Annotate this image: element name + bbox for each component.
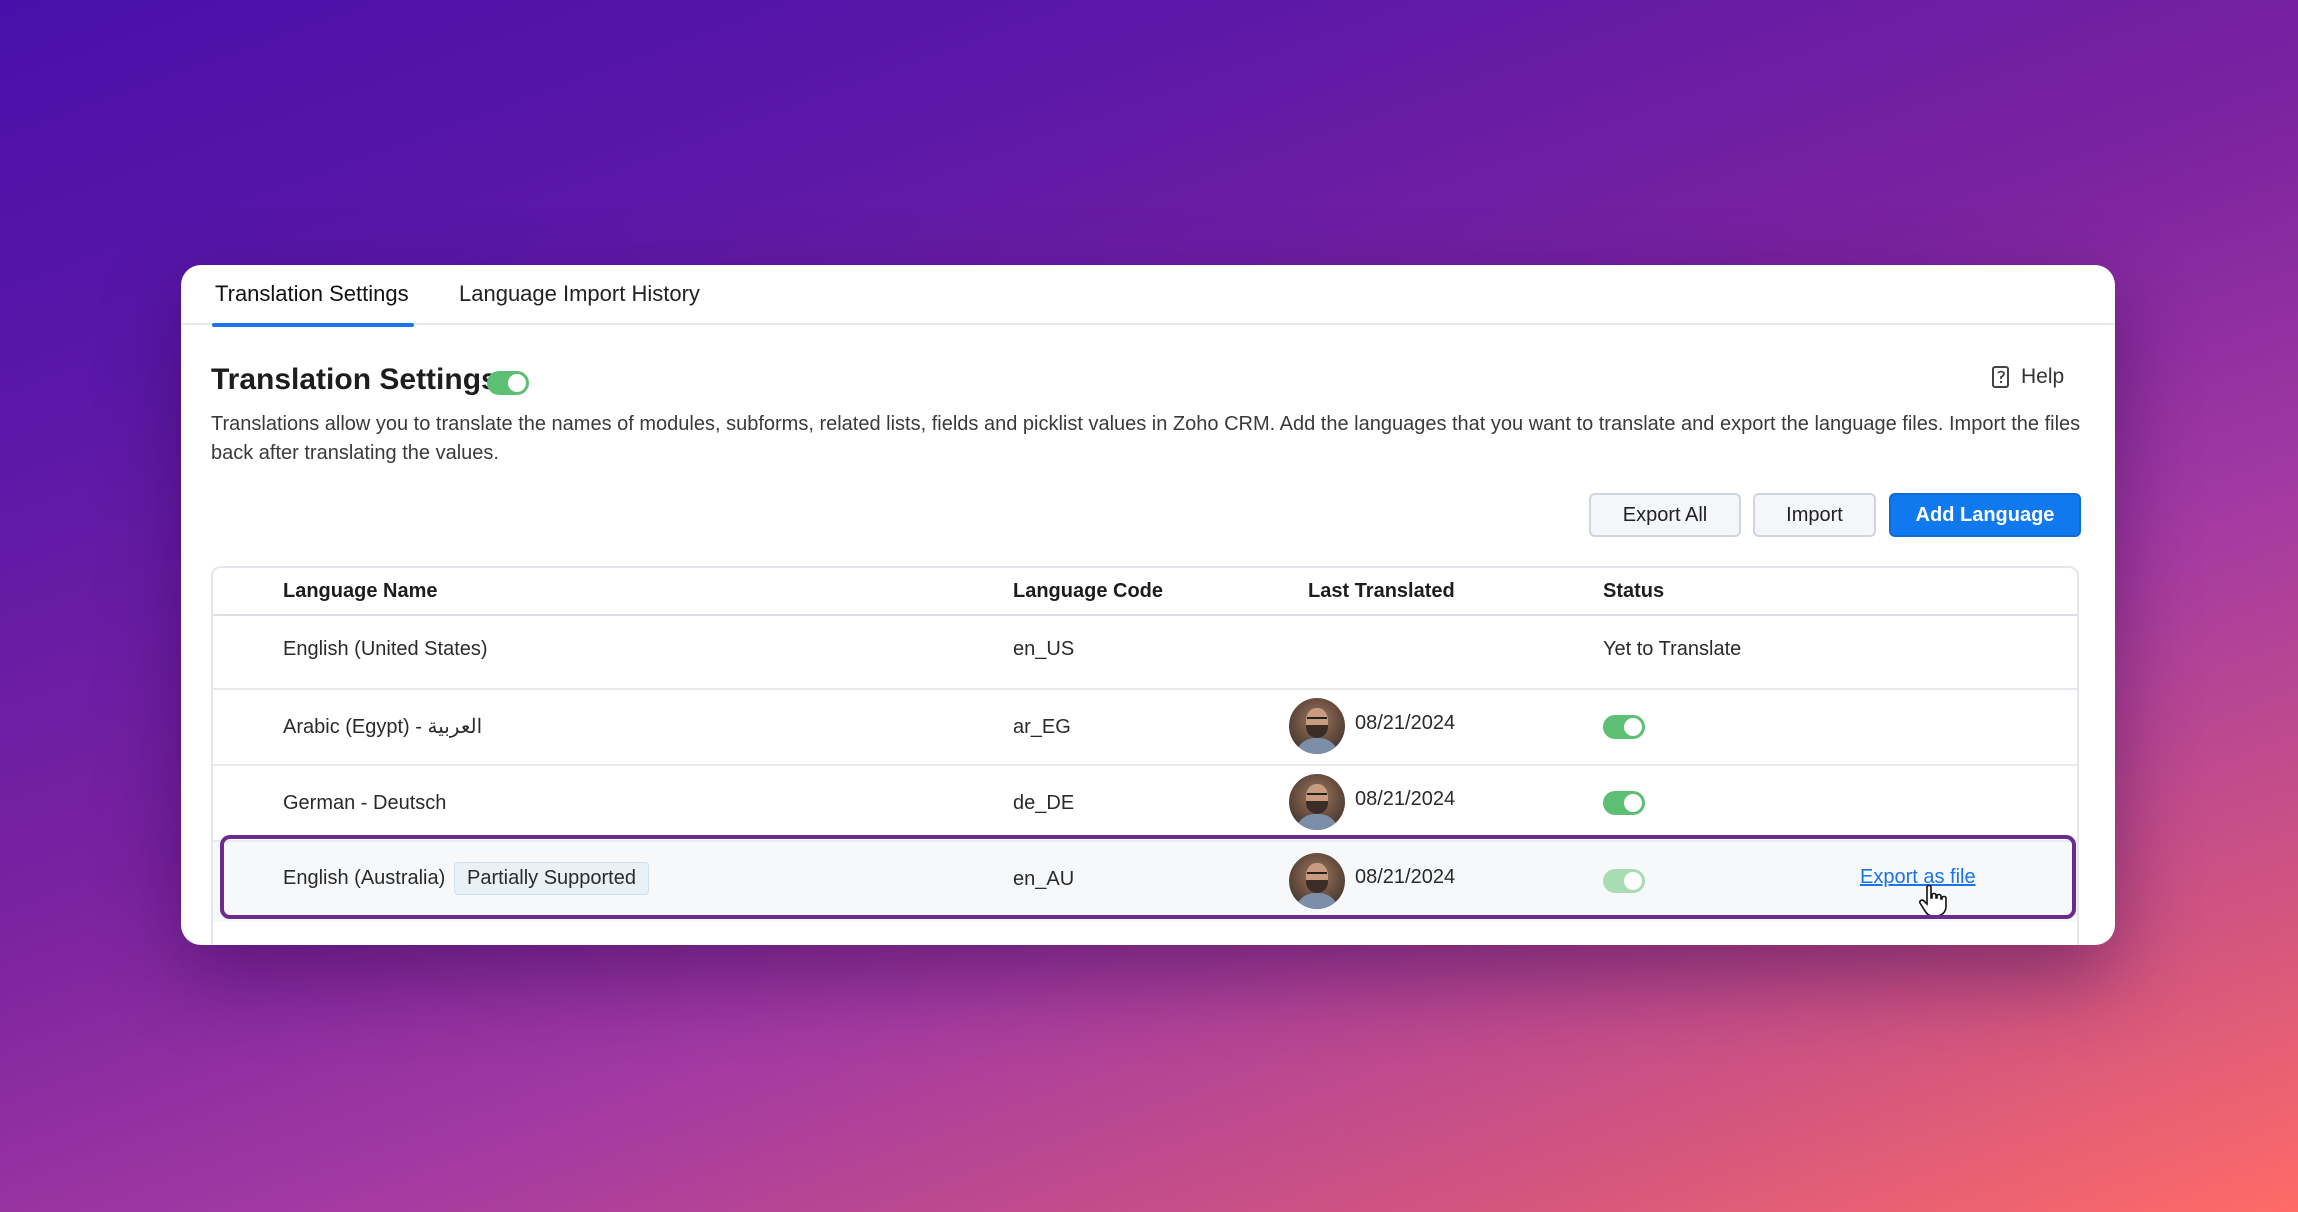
column-header-last-translated: Last Translated — [1308, 580, 1455, 602]
last-translated-date: 08/21/2024 — [1355, 788, 1456, 810]
help-document-icon — [1992, 366, 2009, 388]
tab-language-import-history[interactable]: Language Import History — [459, 277, 700, 323]
toggle-knob — [1624, 718, 1642, 736]
tab-label: Language Import History — [459, 281, 700, 306]
avatar — [1289, 698, 1345, 754]
tab-translation-settings[interactable]: Translation Settings — [212, 277, 414, 327]
table-row[interactable]: German - Deutsch de_DE 08/21/2024 — [213, 766, 2077, 842]
last-translated-date: 08/21/2024 — [1355, 712, 1456, 734]
language-code: de_DE — [1013, 792, 1075, 814]
table-row[interactable]: English (United States) en_US Yet to Tra… — [213, 614, 2077, 690]
language-name: German - Deutsch — [283, 792, 447, 814]
import-button[interactable]: Import — [1753, 493, 1876, 537]
tab-bar: Translation Settings Language Import His… — [181, 265, 2115, 327]
add-language-button[interactable]: Add Language — [1889, 493, 2081, 537]
column-header-language-code: Language Code — [1013, 580, 1164, 602]
translation-enable-toggle[interactable] — [487, 371, 529, 395]
table-header: Language Name Language Code Last Transla… — [213, 568, 2077, 616]
active-tab-indicator — [212, 323, 414, 327]
avatar — [1289, 774, 1345, 830]
description-text: Translations allow you to translate the … — [211, 413, 2081, 464]
help-label: Help — [2021, 365, 2065, 388]
status-toggle[interactable] — [1603, 791, 1645, 815]
language-name: Arabic (Egypt) - العربية — [283, 716, 483, 738]
tab-label: Translation Settings — [215, 281, 409, 306]
toggle-knob — [1624, 794, 1642, 812]
toggle-knob — [508, 374, 526, 392]
language-name: English (United States) — [283, 638, 488, 660]
language-code: en_US — [1013, 638, 1075, 660]
language-code: ar_EG — [1013, 716, 1071, 738]
help-link[interactable]: Help — [1991, 365, 2064, 389]
column-header-language-name: Language Name — [283, 580, 438, 602]
table-row[interactable]: Arabic (Egypt) - العربية ar_EG 08/21/202… — [213, 690, 2077, 766]
column-header-status: Status — [1603, 580, 1665, 602]
export-all-button[interactable]: Export All — [1589, 493, 1741, 537]
status-toggle[interactable] — [1603, 715, 1645, 739]
row-highlight-frame — [220, 835, 2076, 919]
page-title: Translation Settings — [211, 363, 498, 396]
status-text: Yet to Translate — [1603, 638, 1742, 660]
translation-settings-card: Translation Settings Language Import His… — [181, 265, 2115, 945]
